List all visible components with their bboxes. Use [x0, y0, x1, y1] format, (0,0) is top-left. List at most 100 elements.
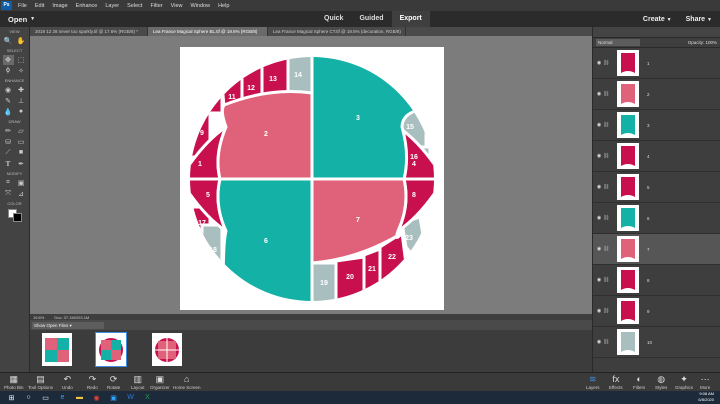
photo-bin-button[interactable]: ▦ Photo Bin: [4, 374, 24, 390]
blend-mode-select[interactable]: Normal: [596, 39, 640, 46]
eye-icon[interactable]: ◉: [595, 184, 603, 190]
link-icon[interactable]: ⛓: [603, 277, 609, 283]
link-icon[interactable]: ⛓: [603, 184, 609, 190]
open-button[interactable]: Open ▼: [8, 15, 35, 24]
menu-layer[interactable]: Layer: [101, 3, 123, 9]
layer-row[interactable]: ◉ ⛓ 1: [593, 48, 720, 79]
menu-help[interactable]: Help: [214, 3, 233, 9]
menu-enhance[interactable]: Enhance: [72, 3, 102, 9]
eye-icon[interactable]: ◉: [595, 153, 603, 159]
photoshop-elements-icon[interactable]: ▣: [108, 392, 119, 403]
layer-row[interactable]: ◉ ⛓ 6: [593, 203, 720, 234]
mode-quick[interactable]: Quick: [316, 11, 351, 27]
recompose-tool-icon[interactable]: ▣: [16, 178, 27, 188]
move-tool-icon[interactable]: ✥: [2, 54, 14, 65]
straighten-tool-icon[interactable]: ⊿: [16, 189, 27, 199]
document-canvas[interactable]: 1 2 3 4 5 6 7 8 9 10 11 12 13 14 15 16 1…: [180, 47, 444, 310]
word-icon[interactable]: W: [125, 392, 136, 403]
link-icon[interactable]: ⛓: [603, 91, 609, 97]
redo-button[interactable]: ↷ Redo: [87, 374, 98, 390]
organizer-button[interactable]: ▣ Organizer: [150, 374, 170, 390]
shape-tool-icon[interactable]: ■: [16, 148, 27, 158]
zoom-level[interactable]: 19.6%: [33, 315, 44, 320]
eye-icon[interactable]: ◉: [595, 91, 603, 97]
menu-window[interactable]: Window: [187, 3, 215, 9]
doc-tab-1[interactable]: 2019 12 28 never too sparkly.tif @ 17.6%…: [30, 27, 148, 36]
canvas-area[interactable]: 1 2 3 4 5 6 7 8 9 10 11 12 13 14 15 16 1…: [30, 36, 592, 314]
undo-button[interactable]: ↶ Undo: [62, 374, 73, 390]
layout-button[interactable]: ▥ Layout: [131, 374, 145, 390]
marquee-tool-icon[interactable]: ⬚: [16, 55, 27, 65]
eye-tool-icon[interactable]: ◉: [3, 85, 14, 95]
more-button[interactable]: ⋯ More: [700, 374, 710, 390]
crop-tool-icon[interactable]: ⌗: [3, 178, 14, 188]
brush-tool-icon[interactable]: ✎: [3, 96, 14, 106]
windows-start-icon[interactable]: ⊞: [6, 392, 17, 403]
create-button[interactable]: Create ▼: [643, 16, 672, 23]
menu-file[interactable]: File: [14, 3, 31, 9]
menu-image[interactable]: Image: [48, 3, 71, 9]
menu-edit[interactable]: Edit: [31, 3, 48, 9]
magic-wand-icon[interactable]: ✧: [16, 66, 27, 76]
layer-row[interactable]: ◉ ⛓ 3: [593, 110, 720, 141]
layer-row[interactable]: ◉ ⛓ 4: [593, 141, 720, 172]
eye-icon[interactable]: ◉: [595, 277, 603, 283]
bin-thumbnail-2[interactable]: [95, 332, 127, 367]
sponge-tool-icon[interactable]: ●: [16, 107, 27, 117]
eye-icon[interactable]: ◉: [595, 215, 603, 221]
file-explorer-icon[interactable]: ▬: [74, 392, 85, 403]
effects-button[interactable]: fx Effects: [609, 374, 623, 390]
link-icon[interactable]: ⛓: [603, 215, 609, 221]
bin-thumbnail-1[interactable]: [42, 333, 72, 366]
filters-button[interactable]: ◐ Filters: [633, 374, 645, 390]
layer-row[interactable]: ◉ ⛓ 10: [593, 327, 720, 358]
rotate-button[interactable]: ⟳ Rotate: [107, 374, 120, 390]
chrome-icon[interactable]: ◉: [91, 392, 102, 403]
link-icon[interactable]: ⛓: [603, 153, 609, 159]
blur-tool-icon[interactable]: 💧: [3, 107, 14, 117]
link-icon[interactable]: ⛓: [603, 246, 609, 252]
share-button[interactable]: Share ▼: [686, 16, 712, 23]
hand-tool-icon[interactable]: ✋: [16, 36, 27, 46]
eye-icon[interactable]: ◉: [595, 60, 603, 66]
menu-view[interactable]: View: [167, 3, 187, 9]
layer-row[interactable]: ◉ ⛓ 2: [593, 79, 720, 110]
paint-bucket-icon[interactable]: ⛁: [3, 137, 14, 147]
background-color-swatch[interactable]: [13, 213, 22, 222]
spot-heal-icon[interactable]: ✚: [16, 85, 27, 95]
eye-icon[interactable]: ◉: [595, 339, 603, 345]
graphics-button[interactable]: ✦ Graphics: [675, 374, 693, 390]
doc-tab-2[interactable]: Lea France Magical Sphere BL.tif @ 19.6%…: [148, 27, 268, 36]
pencil-tool-icon[interactable]: ✏: [3, 126, 14, 136]
styles-button[interactable]: ◍ Styles: [655, 374, 667, 390]
type-tool-icon[interactable]: T: [3, 159, 14, 169]
layer-row[interactable]: ◉ ⛓ 5: [593, 172, 720, 203]
excel-icon[interactable]: X: [142, 392, 153, 403]
eye-icon[interactable]: ◉: [595, 246, 603, 252]
show-open-files-dropdown[interactable]: Show Open Files ▾: [32, 321, 104, 329]
link-icon[interactable]: ⛓: [603, 308, 609, 314]
eye-icon[interactable]: ◉: [595, 308, 603, 314]
zoom-tool-icon[interactable]: 🔍: [3, 36, 14, 46]
search-icon[interactable]: ○: [23, 392, 34, 403]
gradient-tool-icon[interactable]: ▭: [16, 137, 27, 147]
pen-tool-icon[interactable]: ✒: [16, 159, 27, 169]
eyedropper-icon[interactable]: ⟋: [3, 148, 14, 158]
link-icon[interactable]: ⛓: [603, 60, 609, 66]
stamp-tool-icon[interactable]: ⊥: [16, 96, 27, 106]
layers-button[interactable]: ≋ Layers: [586, 374, 600, 390]
lasso-tool-icon[interactable]: ϕ: [3, 66, 14, 76]
layer-row[interactable]: ◉ ⛓ 8: [593, 265, 720, 296]
eye-icon[interactable]: ◉: [595, 122, 603, 128]
content-move-icon[interactable]: ⤧: [3, 189, 14, 199]
opacity-control[interactable]: Opacity: 100%: [688, 40, 717, 45]
tool-options-button[interactable]: ▤ Tool Options: [28, 374, 53, 390]
menu-select[interactable]: Select: [123, 3, 146, 9]
layer-row[interactable]: ◉ ⛓ 9: [593, 296, 720, 327]
link-icon[interactable]: ⛓: [603, 339, 609, 345]
home-screen-button[interactable]: ⌂ Home Screen: [173, 374, 201, 390]
eraser-tool-icon[interactable]: ▱: [16, 126, 27, 136]
bin-thumbnail-3[interactable]: [152, 333, 182, 366]
mode-expert[interactable]: Export: [391, 11, 430, 27]
layer-row[interactable]: ◉ ⛓ 7: [593, 234, 720, 265]
